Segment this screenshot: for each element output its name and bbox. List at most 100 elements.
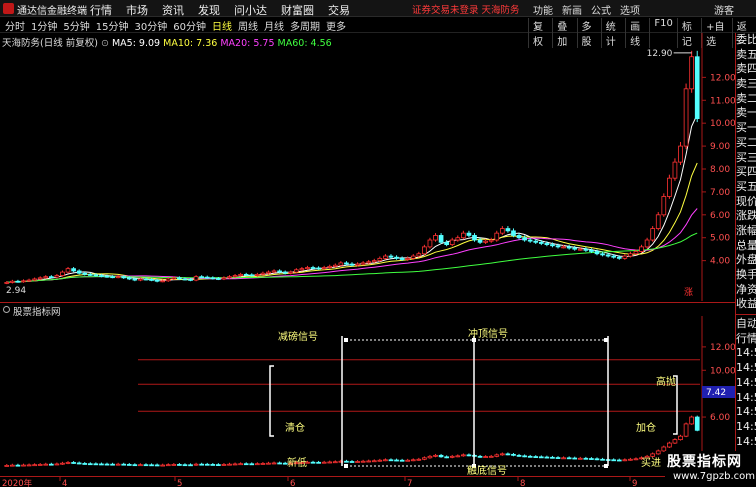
indicator-plot[interactable]: 12.0010.008.006.007.42减磅信号冲顶信号清仓加仓高抛新低触底… [0,316,736,477]
candle-body [355,263,360,266]
candle-body [99,275,104,277]
candle-body [410,255,416,259]
indicator-candle-body [477,455,483,458]
menu-item-options[interactable]: 选项 [620,2,640,17]
sidebar-time-2[interactable]: 14:50 [736,346,756,361]
indicator-candle-body [511,453,516,456]
indicator-candle-body [383,459,388,462]
indicator-candle-body [143,464,149,467]
sidebar-time-4[interactable]: 14:50 [736,376,756,391]
indicator-candle-body [26,464,32,467]
menu-item-news[interactable]: 资讯 [162,2,184,18]
high-throw-label: 高抛 [656,375,676,388]
menu-item-trade[interactable]: 交易 [328,2,350,18]
sidebar-field-7[interactable]: 买二 [736,136,756,151]
indicator-candle-body [104,463,110,466]
sidebar-time-3[interactable]: 14:50 [736,361,756,376]
tab-multi-period[interactable]: 多周期 [290,18,320,33]
menu-item-quotes[interactable]: 行情 [90,2,112,18]
indicator-candle-body [21,464,26,467]
sidebar-time-1[interactable]: 行情 [736,332,756,347]
indicator-candle-body [10,464,15,467]
tab-5min[interactable]: 5分钟 [63,18,89,33]
clear-bracket [269,365,274,437]
add-label: 加仓 [636,421,656,434]
price-tick-label: 4.00 [710,257,730,267]
menu-item-ask[interactable]: 问小达 [234,2,267,18]
candle-body [538,241,544,244]
sidebar-field-5[interactable]: 卖一 [736,106,756,121]
tab-more[interactable]: 更多 [326,18,346,33]
candle-body [171,277,177,280]
indicator-candle-body [99,463,104,466]
sidebar-field-0[interactable]: 委比 [736,33,756,48]
price-chart[interactable]: 12.00 11.00 10.00 9.00 8.00 7.00 6.00 5.00 4.00 1… [0,33,736,301]
sidebar-field-10[interactable]: 买五 [736,180,756,195]
sidebar-field-15[interactable]: 外盘 [736,253,756,268]
sidebar-time-8[interactable]: 14:50 [736,435,756,450]
sidebar-field-11[interactable]: 现价 [736,195,756,210]
indicator-candle-body [188,464,193,467]
indicator-candle-body [366,460,372,463]
sidebar-field-14[interactable]: 总量 [736,239,756,254]
signal-marker [344,338,348,342]
candle-body [165,278,171,282]
candle-body [455,237,461,241]
sidebar-field-8[interactable]: 买三 [736,151,756,166]
candle-body [516,235,522,239]
candle-body [594,251,600,255]
candle-body [149,279,154,281]
candle-body [678,145,683,163]
menu-item-wealth[interactable]: 财富圈 [281,2,314,18]
candlestick-chart[interactable]: 12.00 11.00 10.00 9.00 8.00 7.00 6.00 5.00 4.00 1… [0,33,736,301]
menu-item-discover[interactable]: 发现 [198,2,220,18]
sidebar-time-6[interactable]: 14:50 [736,405,756,420]
candle-body [644,239,650,248]
login-status-banner[interactable]: 证券交易未登录 天海防务 [412,2,520,16]
date-axis: 2020年 456789 [0,476,756,487]
tab-monthly[interactable]: 月线 [264,18,284,33]
indicator-candle-body [689,416,694,425]
guest-user[interactable]: 游客 [714,2,734,17]
tab-weekly[interactable]: 周线 [238,18,258,33]
candle-body [405,257,411,260]
tab-30min[interactable]: 30分钟 [134,18,167,33]
sidebar-field-17[interactable]: 净资 [736,283,756,298]
sidebar-time-7[interactable]: 14:50 [736,420,756,435]
candle-body [327,265,333,268]
sidebar-field-9[interactable]: 买四 [736,165,756,180]
candle-body [65,268,71,273]
candle-body [26,279,32,282]
menu-item-formula[interactable]: 公式 [591,2,611,17]
menu-item-function[interactable]: 功能 [533,2,553,17]
month-tick-label: 4 [62,479,67,487]
sidebar-field-16[interactable]: 换手 [736,268,756,283]
indicator-candle-body [138,464,143,467]
sidebar-field-4[interactable]: 卖二 [736,92,756,107]
menu-item-market[interactable]: 市场 [126,2,148,18]
sidebar-field-12[interactable]: 涨跌 [736,209,756,224]
sidebar-field-13[interactable]: 涨幅 [736,224,756,239]
tab-15min[interactable]: 15分钟 [96,18,129,33]
candle-body [639,246,644,252]
month-tick-label: 5 [177,479,182,487]
stock-label: 天海防务(日线 前复权) [2,38,98,49]
tab-1min[interactable]: 1分钟 [31,18,57,33]
sidebar-time-0[interactable]: 自动 [736,317,756,332]
tab-60min[interactable]: 60分钟 [173,18,206,33]
candle-body [4,281,10,284]
indicator-candle-body [227,463,232,466]
sidebar-field-18[interactable]: 收益 [736,297,756,312]
sidebar-field-3[interactable]: 卖三 [736,77,756,92]
sidebar-field-1[interactable]: 卖五 [736,48,756,63]
candle-body [154,279,160,282]
sidebar-field-6[interactable]: 买一 [736,121,756,136]
tab-timeshare[interactable]: 分时 [5,18,25,33]
sidebar-time-5[interactable]: 14:50 [736,391,756,406]
menu-item-new-draw[interactable]: 新画 [562,2,582,17]
candle-body [661,196,667,216]
tab-daily[interactable]: 日线 [212,18,232,33]
sidebar-field-2[interactable]: 卖四 [736,62,756,77]
indicator-candle-body [488,455,494,458]
indicator-chart[interactable]: 12.0010.008.006.007.42减磅信号冲顶信号清仓加仓高抛新低触底… [0,316,736,477]
